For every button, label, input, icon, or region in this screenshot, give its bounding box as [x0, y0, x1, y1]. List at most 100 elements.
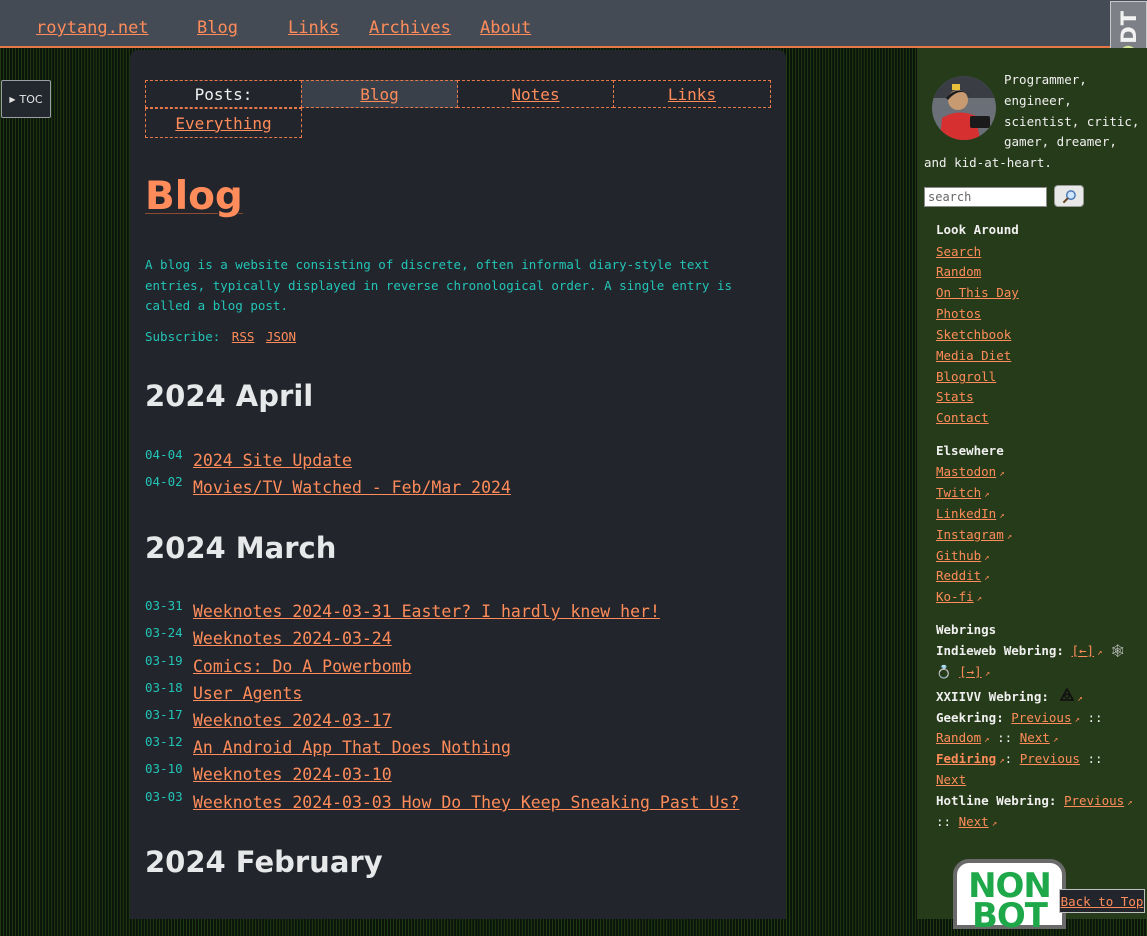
nav-archives[interactable]: Archives: [369, 18, 451, 38]
sidebar-link-random[interactable]: Random: [936, 264, 981, 279]
sidebar-link-instagram[interactable]: Instagram ↗: [936, 527, 1012, 542]
fediring-prev-link[interactable]: Previous: [1020, 751, 1080, 766]
toc-toggle[interactable]: ▶ TOC: [1, 80, 51, 118]
indieweb-next-link[interactable]: [→]: [959, 664, 982, 679]
xxiivv-webring: XXIIVV Webring: ↗: [936, 687, 1083, 704]
back-to-top-button[interactable]: Back to Top: [1059, 889, 1145, 913]
external-link-icon: ↗: [984, 735, 990, 745]
sidebar-link-github[interactable]: Github ↗: [936, 548, 990, 563]
indieweb-prev-link[interactable]: [←]: [1071, 643, 1094, 658]
external-link-icon: ↗: [976, 594, 983, 604]
post-link[interactable]: Weeknotes 2024-03-31 Easter? I hardly kn…: [193, 602, 660, 621]
subscribe-label: Subscribe:: [145, 329, 221, 344]
sidebar-link-search[interactable]: Search: [936, 244, 981, 259]
sidebar-link-kofi[interactable]: Ko-fi ↗: [936, 589, 982, 604]
json-link[interactable]: JSON: [266, 329, 296, 344]
sidebar-link-media-diet[interactable]: Media Diet: [936, 348, 1011, 363]
hotline-prev-link[interactable]: Previous: [1064, 793, 1124, 808]
post-date: 03-17: [145, 707, 183, 722]
post-link[interactable]: An Android App That Does Nothing: [193, 738, 511, 757]
sidebar-link-mastodon[interactable]: Mastodon ↗: [936, 464, 1005, 479]
site-name-link[interactable]: roytang.net: [36, 18, 149, 38]
toc-label: TOC: [19, 92, 43, 106]
search-input[interactable]: [924, 187, 1047, 207]
post-link[interactable]: Weeknotes 2024-03-10: [193, 765, 392, 784]
webrings-heading: Webrings: [936, 622, 997, 637]
geekring-line2: Random ↗ :: Next ↗: [936, 730, 1058, 745]
nav-links[interactable]: Links: [288, 18, 339, 38]
hotline-next-link[interactable]: Next: [959, 814, 989, 829]
posts-tab-blog[interactable]: Blog: [301, 80, 458, 108]
fediring-next-link[interactable]: Next: [936, 772, 966, 787]
fediring-line2: Next: [936, 772, 966, 787]
post-link[interactable]: Comics: Do A Powerbomb: [193, 657, 412, 676]
external-link-icon: ↗: [1127, 798, 1133, 808]
page-description: A blog is a website consisting of discre…: [145, 257, 732, 313]
posts-tab-everything-label[interactable]: Everything: [175, 114, 271, 133]
posts-tab-everything[interactable]: Everything: [145, 108, 302, 138]
fediring-link[interactable]: Fediring: [936, 751, 996, 766]
post-date: 03-12: [145, 734, 183, 749]
post-link[interactable]: Weeknotes 2024-03-17: [193, 711, 392, 730]
external-link-icon: ↗: [999, 469, 1005, 479]
sidebar-link-on-this-day[interactable]: On This Day: [936, 285, 1019, 300]
external-link-icon: ↗: [1006, 532, 1013, 542]
list-item: 03-12 An Android App That Does Nothing: [145, 734, 511, 757]
geekring-label: Geekring:: [936, 710, 1004, 725]
post-link[interactable]: User Agents: [193, 684, 302, 703]
indieweb-webring: Indieweb Webring: [←] ↗ 🕸: [936, 643, 1126, 659]
post-link[interactable]: Movies/TV Watched - Feb/Mar 2024: [193, 478, 511, 497]
kofi-label[interactable]: Ko-fi: [936, 589, 974, 604]
sidebar-link-contact[interactable]: Contact: [936, 410, 989, 425]
post-date: 03-10: [145, 761, 183, 776]
nav-blog[interactable]: Blog: [197, 18, 238, 38]
sidebar-link-linkedin[interactable]: LinkedIn ↗: [936, 506, 1005, 521]
posts-tab-blog-label[interactable]: Blog: [360, 85, 399, 104]
post-link[interactable]: Weeknotes 2024-03-03 How Do They Keep Sn…: [193, 793, 739, 812]
sidebar-link-reddit[interactable]: Reddit ↗: [936, 568, 990, 583]
bio-text: Programmer, engineer, scientist, critic,…: [924, 70, 1142, 174]
list-item: 03-18 User Agents: [145, 680, 302, 703]
mastodon-label[interactable]: Mastodon: [936, 464, 996, 479]
sidebar-link-sketchbook[interactable]: Sketchbook: [936, 327, 1011, 342]
xxiivv-logo-icon[interactable]: [1059, 687, 1075, 702]
sidebar-link-twitch[interactable]: Twitch ↗: [936, 485, 990, 500]
sidebar-link-stats[interactable]: Stats: [936, 389, 974, 404]
post-link[interactable]: 2024 Site Update: [193, 451, 352, 470]
badge-line-2: BOT: [971, 896, 1048, 936]
geekring-random-link[interactable]: Random: [936, 730, 981, 745]
posts-tab-links[interactable]: Links: [613, 80, 771, 108]
month-heading: 2024 April: [145, 379, 314, 413]
rss-link[interactable]: RSS: [232, 329, 255, 344]
main-content: Posts: Blog Notes Links Everything Blog …: [130, 50, 786, 919]
sidebar-link-photos[interactable]: Photos: [936, 306, 981, 321]
separator: ::: [997, 730, 1013, 745]
geekring-prev-link[interactable]: Previous: [1011, 710, 1071, 725]
separator: ::: [1087, 710, 1103, 725]
post-date: 03-03: [145, 789, 183, 804]
ring-icon: 💍: [936, 664, 952, 679]
reddit-label[interactable]: Reddit: [936, 568, 981, 583]
posts-tab-notes[interactable]: Notes: [457, 80, 614, 108]
posts-tab-links-label[interactable]: Links: [668, 85, 716, 104]
geekring-next-link[interactable]: Next: [1020, 730, 1050, 745]
sidebar-link-blogroll[interactable]: Blogroll: [936, 369, 996, 384]
search-button[interactable]: [1054, 185, 1084, 207]
look-around-heading: Look Around: [936, 222, 1019, 237]
external-link-icon: ↗: [984, 490, 990, 500]
page-title[interactable]: Blog: [145, 174, 243, 219]
list-item: 04-04 2024 Site Update: [145, 447, 352, 470]
posts-tab-notes-label[interactable]: Notes: [511, 85, 559, 104]
linkedin-label[interactable]: LinkedIn: [936, 506, 996, 521]
nav-about[interactable]: About: [480, 18, 531, 38]
hotline-webring: Hotline Webring: Previous ↗: [936, 793, 1133, 808]
spider-web-icon: 🕸: [1110, 643, 1126, 658]
month-heading: 2024 February: [145, 845, 383, 879]
github-label[interactable]: Github: [936, 548, 981, 563]
twitch-label[interactable]: Twitch: [936, 485, 981, 500]
xxiivv-webring-label: XXIIVV Webring:: [936, 689, 1049, 704]
post-link[interactable]: Weeknotes 2024-03-24: [193, 629, 392, 648]
hotline-webring-label: Hotline Webring:: [936, 793, 1057, 808]
instagram-label[interactable]: Instagram: [936, 527, 1004, 542]
external-link-icon: ↗: [1052, 735, 1059, 745]
